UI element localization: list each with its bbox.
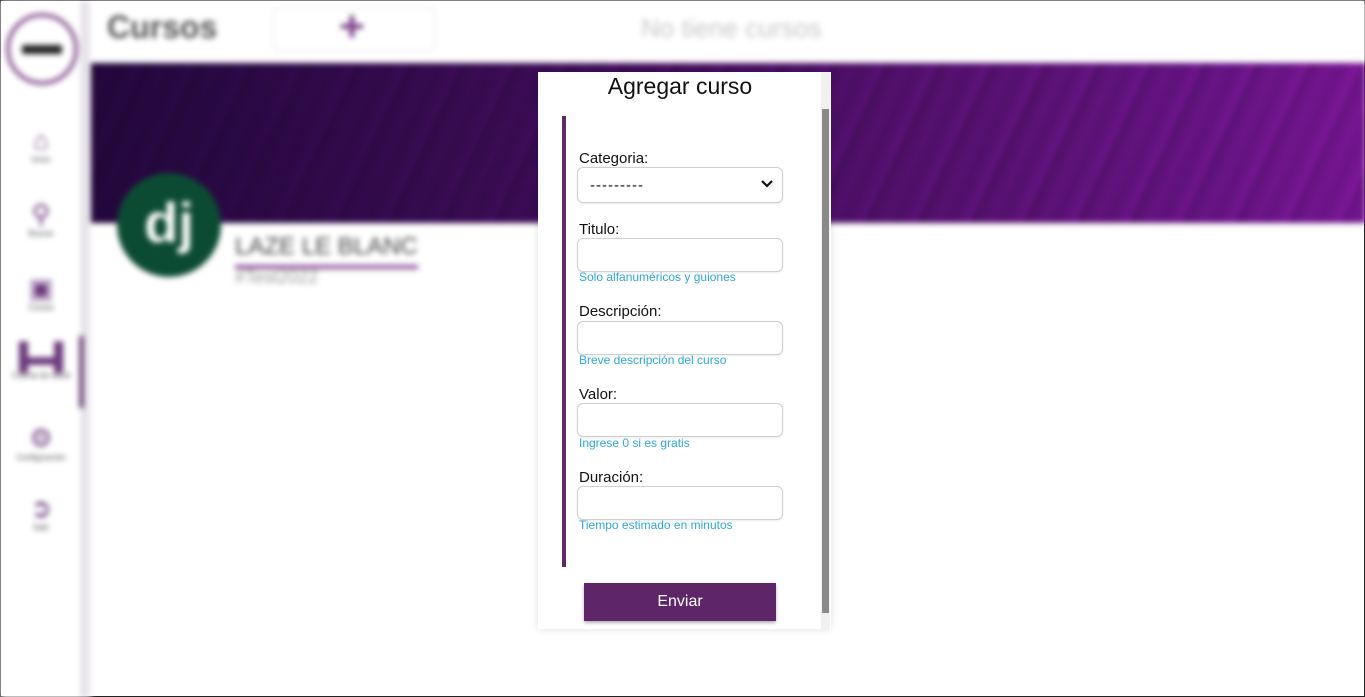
- profile-handle: #Test2022: [235, 267, 319, 287]
- search-icon: ⚲: [31, 199, 51, 229]
- home-icon: ⌂: [33, 125, 49, 155]
- briefcase-icon: ▣: [28, 273, 54, 303]
- sidebar-item-inicio[interactable]: ⌂ Inicio: [1, 125, 81, 165]
- sidebar-item-label: Configuración: [16, 453, 66, 462]
- sidebar-item-label: Buscar: [28, 229, 54, 238]
- sidebar-item-cuenta-de-salud[interactable]: ▐▬▌ Cuenta de salud: [1, 341, 81, 381]
- logout-icon: ➲: [30, 493, 52, 523]
- titulo-label: Titulo:: [579, 221, 620, 238]
- profile-name: LAZE LE BLANC: [235, 233, 418, 269]
- avatar: dj: [117, 173, 221, 277]
- submit-button[interactable]: Enviar: [584, 583, 776, 621]
- sidebar-item-configuracion[interactable]: ⚙ Configuración: [1, 423, 81, 463]
- duracion-label: Duración:: [579, 469, 644, 486]
- valor-input[interactable]: [577, 403, 783, 437]
- sidebar-item-cursos[interactable]: ▣ Cursos: [1, 273, 81, 313]
- sidebar-item-label: Salir: [32, 523, 49, 532]
- modal-scrollbar-thumb[interactable]: [822, 109, 829, 613]
- categoria-select[interactable]: ---------: [577, 167, 783, 203]
- dumbbell-icon: ▐▬▌: [9, 341, 73, 371]
- gears-icon: ⚙: [29, 423, 53, 453]
- categoria-label: Categoria:: [579, 150, 649, 167]
- sidebar-item-buscar[interactable]: ⚲ Buscar: [1, 199, 81, 239]
- sidebar-item-salir[interactable]: ➲ Salir: [1, 493, 81, 533]
- duracion-input[interactable]: [577, 486, 783, 520]
- categoria-selected-value: ---------: [590, 177, 644, 194]
- sidebar: ⌂ Inicio ⚲ Buscar ▣ Cursos ▐▬▌ Cuenta de…: [1, 1, 81, 697]
- sidebar-item-label: Inicio: [31, 155, 51, 164]
- descripcion-input[interactable]: [577, 321, 783, 355]
- chevron-down-icon: [761, 180, 773, 188]
- valor-label: Valor:: [579, 386, 618, 403]
- valor-help: Ingrese 0 si es gratis: [579, 436, 690, 450]
- plus-icon: +: [339, 2, 365, 51]
- app-logo: [6, 13, 78, 85]
- descripcion-help: Breve descripción del curso: [579, 353, 727, 367]
- sidebar-active-indicator: [79, 336, 84, 408]
- descripcion-label: Descripción:: [579, 303, 662, 320]
- modal-title: Agregar curso: [607, 73, 753, 99]
- sidebar-item-label: Cursos: [28, 303, 54, 312]
- sidebar-item-label: Cuenta de salud: [11, 371, 71, 380]
- form-accent-bar: [562, 116, 566, 567]
- titulo-input[interactable]: [577, 238, 783, 272]
- page-title: Cursos: [107, 9, 218, 45]
- titulo-help: Solo alfanuméricos y guiones: [579, 270, 736, 284]
- empty-message: No tiene cursos: [641, 13, 822, 43]
- duracion-help: Tiempo estimado en minutos: [579, 518, 733, 532]
